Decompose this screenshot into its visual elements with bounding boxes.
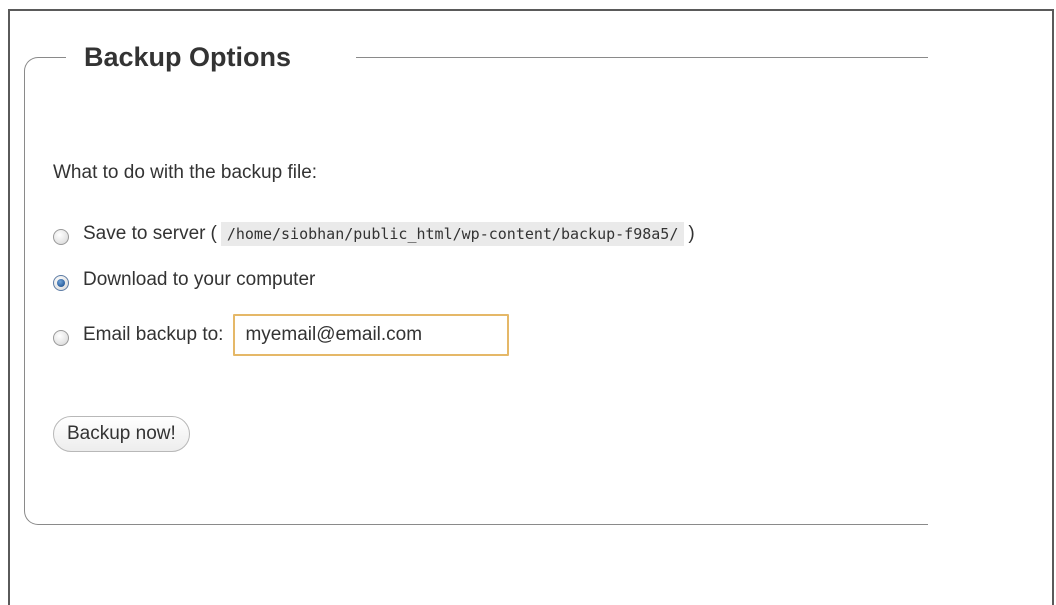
email-address-input[interactable] [233, 314, 510, 356]
option-email[interactable]: Email backup to: [53, 314, 510, 356]
backup-now-button[interactable]: Backup now! [53, 416, 190, 452]
option-save-to-server[interactable]: Save to server ( /home/siobhan/public_ht… [53, 219, 695, 249]
backup-destination-prompt: What to do with the backup file: [53, 162, 318, 183]
download-radio[interactable] [53, 275, 69, 291]
download-label[interactable]: Download to your computer [83, 269, 315, 291]
path-open-paren: ( [210, 223, 217, 244]
path-close-paren: ) [688, 223, 695, 244]
save-to-server-label[interactable]: Save to server [83, 223, 206, 245]
option-download[interactable]: Download to your computer [53, 265, 315, 295]
email-label[interactable]: Email backup to: [83, 324, 223, 346]
section-legend: Backup Options [84, 42, 292, 72]
email-radio[interactable] [53, 330, 69, 346]
save-to-server-radio[interactable] [53, 229, 69, 245]
server-backup-path: /home/siobhan/public_html/wp-content/bac… [220, 222, 685, 246]
